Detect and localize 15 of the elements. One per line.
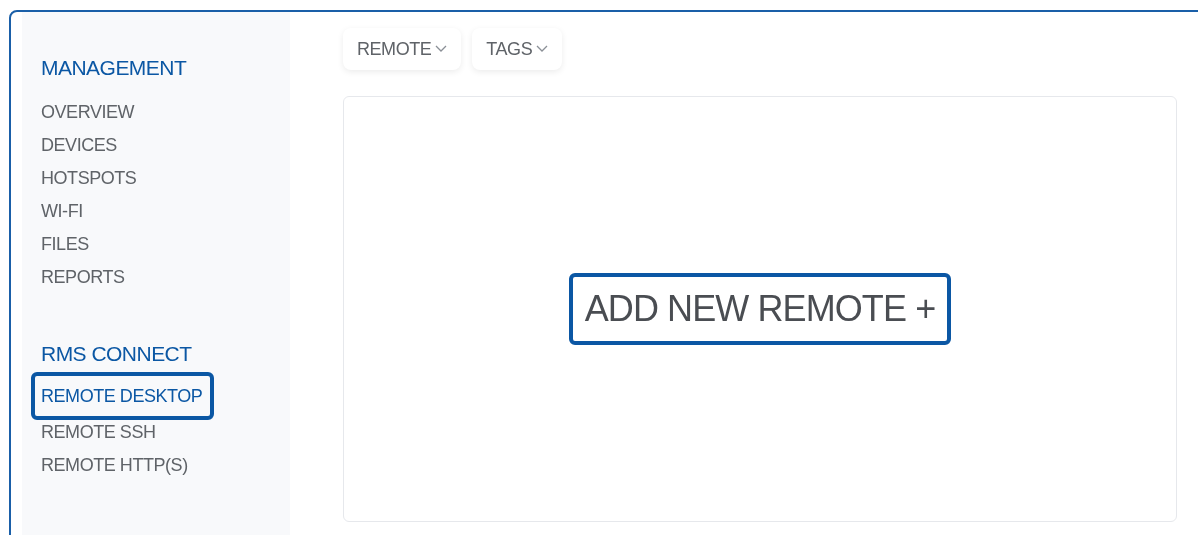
sidebar-item[interactable]: DEVICES [41,129,117,162]
chevron-down-icon [536,45,549,53]
sidebar-item[interactable]: REMOTE DESKTOP [31,372,215,420]
sidebar-item[interactable]: WI-FI [41,195,83,228]
sidebar-item[interactable]: FILES [41,228,89,261]
chevron-down-icon [435,45,448,53]
sidebar-item[interactable]: OVERVIEW [41,96,135,129]
sidebar-item[interactable]: REPORTS [41,261,125,294]
section-heading: MANAGEMENT [41,55,188,81]
dropdown-button[interactable]: REMOTE [343,28,462,70]
dropdown-button[interactable]: TAGS [472,28,563,70]
sidebar-item[interactable]: HOTSPOTS [41,162,137,195]
sidebar-item[interactable]: REMOTE HTTP(S) [41,449,188,482]
section-heading: RMS CONNECT [41,341,193,367]
add-remote-button[interactable]: ADD NEW REMOTE + [568,273,952,345]
